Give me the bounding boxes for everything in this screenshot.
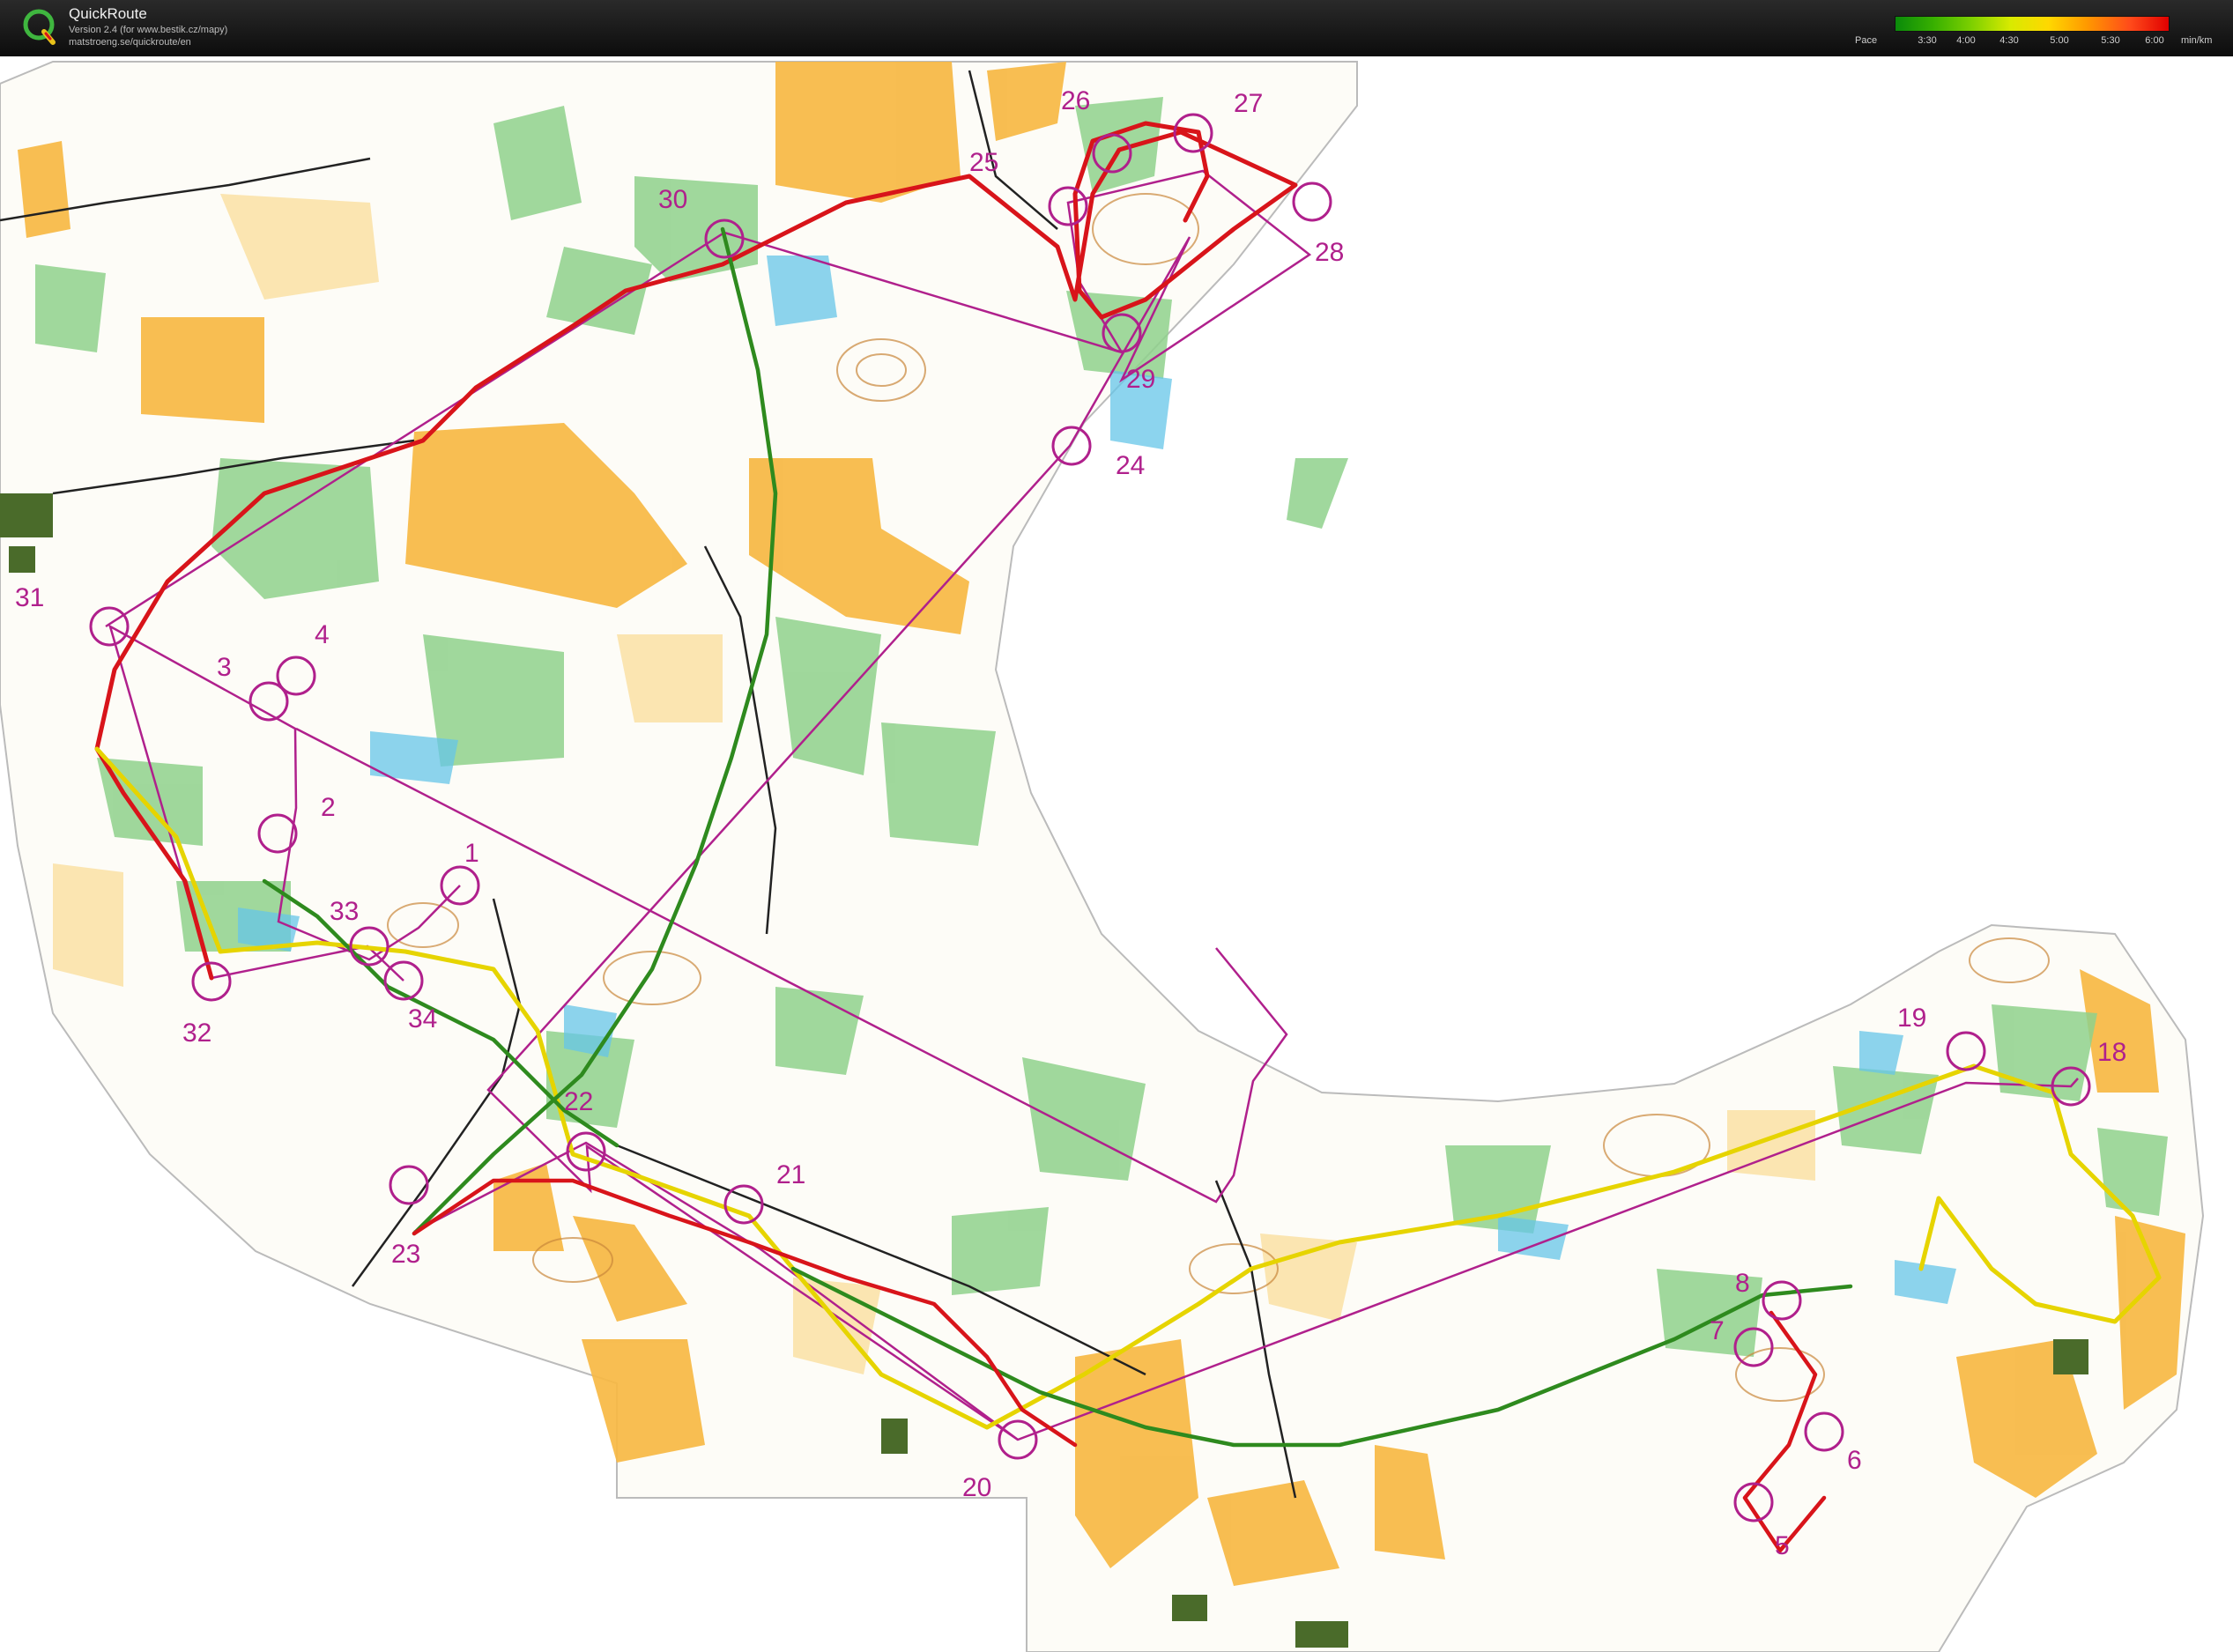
control-label-19: 19 bbox=[1897, 1004, 1926, 1033]
pace-tick-5: 6:00 bbox=[2145, 35, 2164, 46]
control-label-20: 20 bbox=[962, 1473, 991, 1502]
pace-unit: min/km bbox=[2181, 35, 2213, 46]
control-label-27: 27 bbox=[1234, 89, 1263, 118]
pace-tick-3: 5:00 bbox=[2050, 35, 2069, 46]
control-label-4: 4 bbox=[315, 620, 330, 649]
control-label-8: 8 bbox=[1735, 1269, 1750, 1298]
app-title: QuickRoute bbox=[69, 5, 147, 22]
control-label-1: 1 bbox=[464, 839, 479, 868]
control-label-31: 31 bbox=[15, 583, 44, 612]
pace-color-scale bbox=[1895, 16, 2170, 32]
pace-tick-1: 4:00 bbox=[1956, 35, 1976, 46]
control-label-30: 30 bbox=[658, 185, 687, 214]
control-label-23: 23 bbox=[391, 1240, 420, 1269]
pace-label: Pace bbox=[1855, 35, 1878, 46]
control-label-3: 3 bbox=[217, 653, 232, 682]
control-label-26: 26 bbox=[1061, 86, 1090, 115]
control-label-2: 2 bbox=[321, 793, 336, 822]
control-label-21: 21 bbox=[776, 1160, 805, 1189]
control-label-33: 33 bbox=[330, 897, 359, 926]
control-label-22: 22 bbox=[564, 1087, 593, 1116]
control-label-25: 25 bbox=[969, 148, 998, 177]
control-label-29: 29 bbox=[1126, 365, 1155, 394]
pace-legend: Pace 3:30 4:00 4:30 5:00 5:30 6:00 min/k… bbox=[1855, 16, 2225, 51]
pace-tick-0: 3:30 bbox=[1918, 35, 1937, 46]
app-url: matstroeng.se/quickroute/en bbox=[69, 37, 191, 48]
control-label-7: 7 bbox=[1710, 1316, 1725, 1345]
control-label-32: 32 bbox=[182, 1019, 211, 1048]
quickroute-logo-icon bbox=[23, 9, 56, 45]
control-label-28: 28 bbox=[1315, 238, 1344, 267]
pace-tick-2: 4:30 bbox=[1999, 35, 2019, 46]
title-bar: QuickRoute Version 2.4 (for www.bestik.c… bbox=[0, 0, 2233, 56]
control-label-34: 34 bbox=[408, 1004, 437, 1033]
orienteering-map[interactable]: 1 2 3 4 5 6 7 8 18 19 20 21 22 23 24 25 … bbox=[0, 56, 2233, 1652]
pace-tick-4: 5:30 bbox=[2101, 35, 2120, 46]
control-label-18: 18 bbox=[2097, 1038, 2126, 1067]
control-label-24: 24 bbox=[1116, 451, 1145, 480]
control-label-6: 6 bbox=[1847, 1446, 1862, 1475]
app-version: Version 2.4 (for www.bestik.cz/mapy) bbox=[69, 25, 228, 35]
control-label-5: 5 bbox=[1775, 1531, 1790, 1560]
